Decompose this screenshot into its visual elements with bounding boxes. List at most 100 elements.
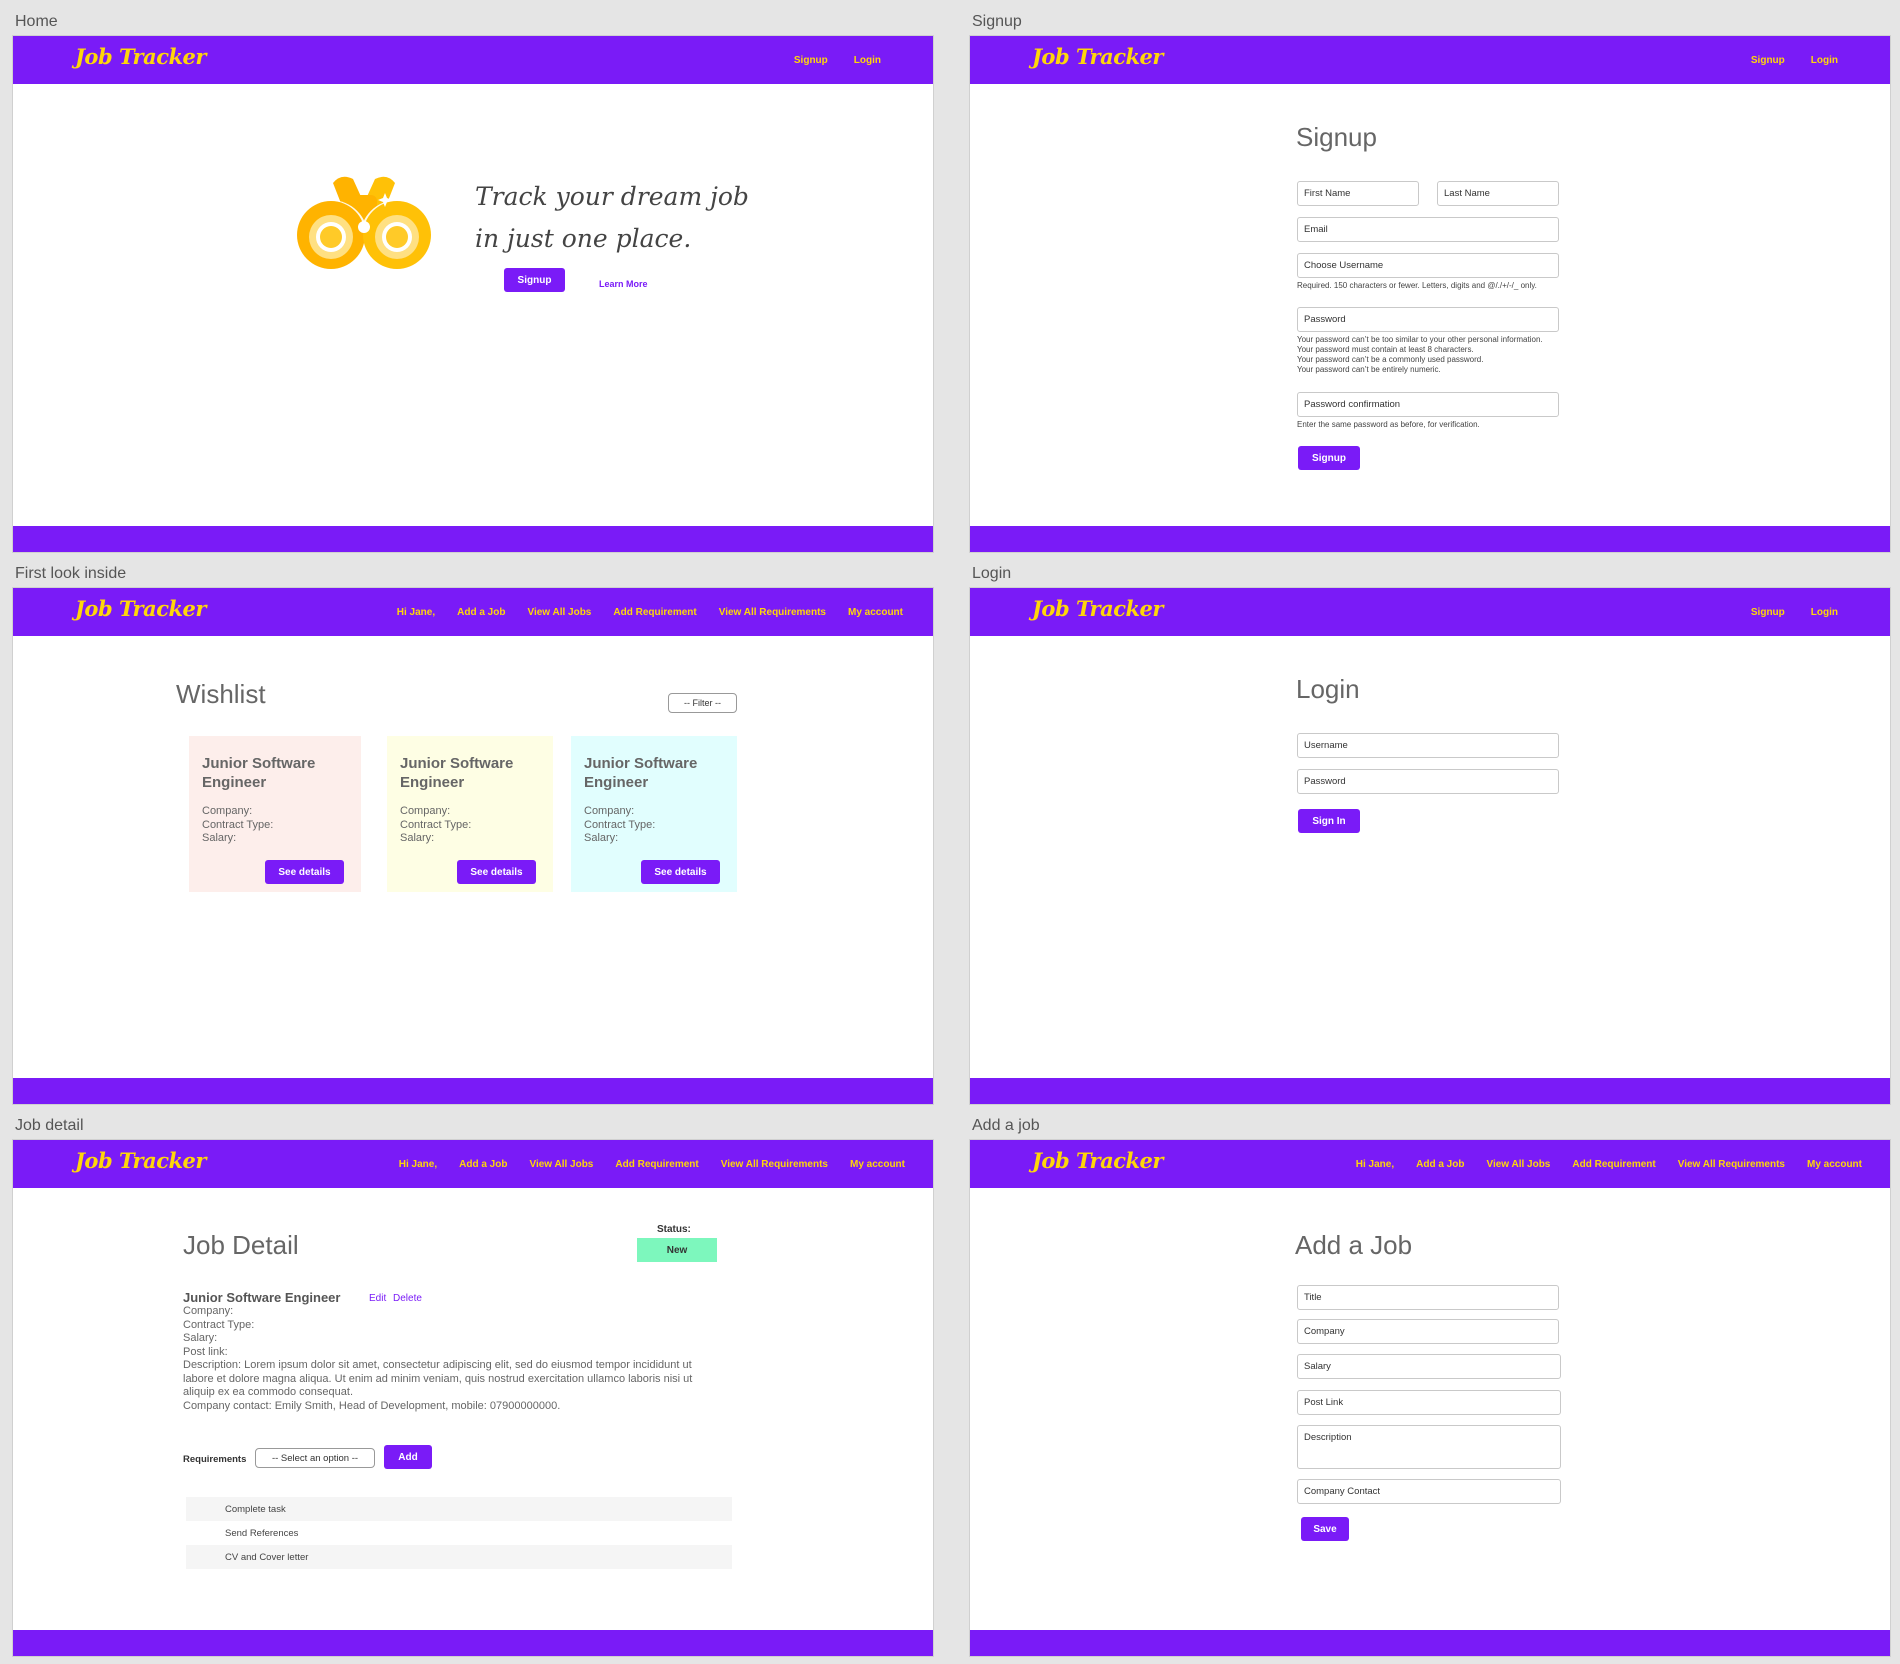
see-details-button[interactable]: See details [265, 860, 344, 884]
nav-greeting: Hi Jane, [396, 606, 436, 618]
logo[interactable]: Job Tracker [75, 1148, 206, 1173]
add-job-frame: Job Tracker Hi Jane, Add a Job View All … [969, 1139, 1891, 1657]
password-confirm-field[interactable]: Password confirmation [1297, 392, 1559, 417]
job-salary: Salary: [183, 1332, 218, 1344]
nav-links: Signup Login [794, 36, 881, 84]
nav-login[interactable]: Login [854, 55, 881, 66]
board-first-look: First look inside Job Tracker Hi Jane, A… [12, 565, 934, 1105]
job-card-meta: Company: Contract Type: Salary: [202, 805, 348, 846]
nav-add-requirement[interactable]: Add Requirement [615, 1159, 698, 1170]
nav-login[interactable]: Login [1811, 607, 1838, 618]
username-field[interactable]: Choose Username [1297, 253, 1559, 278]
footer [970, 526, 1890, 552]
job-card: Junior Software Engineer Company: Contra… [571, 736, 737, 892]
board-login: Login Job Tracker Signup Login Login Use… [969, 565, 1891, 1105]
job-post-link: Post link: [183, 1345, 228, 1358]
password-help-line: Your password can’t be entirely numeric. [1297, 365, 1441, 374]
job-card-salary: Salary: [584, 832, 619, 844]
job-card-salary: Salary: [202, 832, 237, 844]
nav-view-requirements[interactable]: View All Requirements [1678, 1159, 1785, 1170]
nav-view-requirements[interactable]: View All Requirements [719, 607, 826, 618]
last-name-field[interactable]: Last Name [1437, 181, 1559, 206]
password-help-line: Your password can’t be too similar to yo… [1297, 335, 1543, 344]
logo[interactable]: Job Tracker [1032, 596, 1163, 621]
email-field[interactable]: Email [1297, 217, 1559, 242]
job-card-company: Company: [400, 805, 451, 817]
navbar: Job Tracker Signup Login [970, 588, 1890, 636]
company-field[interactable]: Company [1297, 1319, 1559, 1344]
job-contact: Company contact: Emily Smith, Head of De… [183, 1399, 561, 1412]
nav-my-account[interactable]: My account [1807, 1159, 1862, 1170]
requirement-row[interactable]: CV and Cover letter [186, 1545, 732, 1569]
company-contact-field[interactable]: Company Contact [1297, 1479, 1561, 1504]
sign-in-button[interactable]: Sign In [1298, 809, 1360, 833]
job-card-title: Junior Software Engineer [400, 755, 514, 791]
username-field[interactable]: Username [1297, 733, 1559, 758]
nav-view-requirements[interactable]: View All Requirements [721, 1159, 828, 1170]
status-badge: New [637, 1238, 717, 1262]
page-title: Login [1296, 674, 1360, 704]
page-title: Add a Job [1295, 1230, 1413, 1260]
nav-add-requirement[interactable]: Add Requirement [1572, 1159, 1655, 1170]
nav-login[interactable]: Login [1811, 55, 1838, 66]
job-card-contract: Contract Type: [400, 818, 472, 831]
edit-link[interactable]: Edit [369, 1293, 386, 1304]
nav-view-jobs[interactable]: View All Jobs [527, 607, 591, 618]
delete-link[interactable]: Delete [393, 1293, 422, 1304]
learn-more-link[interactable]: Learn More [599, 279, 648, 289]
nav-view-jobs[interactable]: View All Jobs [1486, 1159, 1550, 1170]
nav-signup[interactable]: Signup [1751, 55, 1785, 66]
see-details-button[interactable]: See details [457, 860, 536, 884]
salary-field[interactable]: Salary [1297, 1354, 1561, 1379]
nav-my-account[interactable]: My account [848, 607, 903, 618]
job-card-company: Company: [202, 805, 253, 817]
nav-links: Hi Jane, Add a Job View All Jobs Add Req… [1356, 1140, 1862, 1188]
confirm-help: Enter the same password as before, for v… [1297, 420, 1480, 429]
nav-my-account[interactable]: My account [850, 1159, 905, 1170]
board-label: Job detail [15, 1117, 84, 1134]
job-card-title: Junior Software Engineer [202, 755, 316, 791]
description-field[interactable]: Description [1297, 1425, 1561, 1469]
nav-signup[interactable]: Signup [794, 55, 828, 66]
nav-signup[interactable]: Signup [1751, 607, 1785, 618]
logo[interactable]: Job Tracker [75, 596, 206, 621]
logo[interactable]: Job Tracker [1032, 1148, 1163, 1173]
post-link-field[interactable]: Post Link [1297, 1390, 1561, 1415]
board-home: Home Job Tracker Signup Login Track your… [12, 13, 934, 553]
binoculars-icon [293, 171, 435, 275]
status-label: Status: [657, 1224, 691, 1235]
signup-submit-button[interactable]: Signup [1298, 446, 1360, 470]
nav-view-jobs[interactable]: View All Jobs [529, 1159, 593, 1170]
footer [13, 1078, 933, 1104]
nav-add-job[interactable]: Add a Job [459, 1159, 507, 1170]
job-detail-frame: Job Tracker Hi Jane, Add a Job View All … [12, 1139, 934, 1657]
footer [970, 1630, 1890, 1656]
hero-signup-button[interactable]: Signup [504, 268, 565, 292]
password-field[interactable]: Password [1297, 307, 1559, 332]
save-button[interactable]: Save [1301, 1517, 1349, 1541]
password-field[interactable]: Password [1297, 769, 1559, 794]
logo[interactable]: Job Tracker [1032, 44, 1163, 69]
nav-add-job[interactable]: Add a Job [457, 607, 505, 618]
logo[interactable]: Job Tracker [75, 44, 206, 69]
see-details-button[interactable]: See details [641, 860, 720, 884]
job-card-title: Junior Software Engineer [584, 755, 698, 791]
add-requirement-button[interactable]: Add [384, 1445, 432, 1469]
board-label: Add a job [972, 1117, 1040, 1134]
job-card-salary: Salary: [400, 832, 435, 844]
password-help-line: Your password can’t be a commonly used p… [1297, 355, 1484, 364]
footer [13, 526, 933, 552]
requirement-row[interactable]: Complete task [186, 1497, 732, 1521]
nav-add-job[interactable]: Add a Job [1416, 1159, 1464, 1170]
job-card-company: Company: [584, 805, 635, 817]
first-name-field[interactable]: First Name [1297, 181, 1419, 206]
title-field[interactable]: Title [1297, 1285, 1559, 1310]
navbar: Job Tracker Signup Login [970, 36, 1890, 84]
job-description: Description: Lorem ipsum dolor sit amet,… [183, 1359, 693, 1398]
nav-add-requirement[interactable]: Add Requirement [613, 607, 696, 618]
requirement-row[interactable]: Send References [186, 1521, 732, 1545]
requirement-select[interactable]: -- Select an option -- [255, 1448, 375, 1468]
filter-select[interactable]: -- Filter -- [668, 693, 737, 713]
board-label: Home [15, 13, 58, 30]
nav-greeting: Hi Jane, [398, 1158, 438, 1170]
